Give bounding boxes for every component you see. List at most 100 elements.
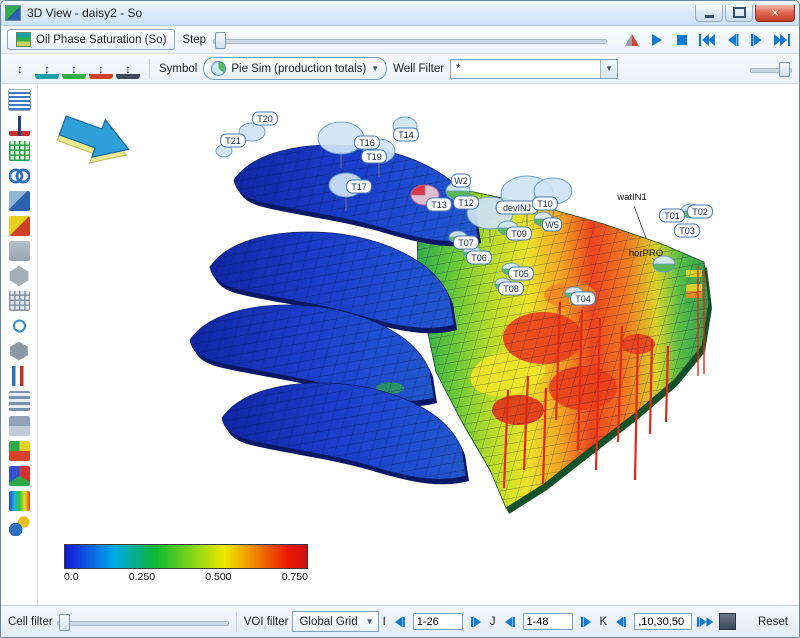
rotate-icon[interactable] xyxy=(9,316,30,336)
toolbar-mini-slider[interactable] xyxy=(750,60,792,78)
reset-button[interactable]: Reset xyxy=(754,616,792,628)
layers-icon[interactable] xyxy=(9,391,30,411)
well-label: T20 xyxy=(257,114,273,124)
report-icon[interactable] xyxy=(8,89,31,111)
play-button[interactable] xyxy=(645,30,668,50)
stop-button[interactable] xyxy=(670,30,693,50)
colorbar-tick: 0.500 xyxy=(205,571,231,583)
3d-viewport[interactable]: T20T21T16T14T19T17T13W2T12devINJT10W5T09… xyxy=(38,84,799,605)
well-label[interactable]: horPRO xyxy=(629,248,663,259)
k-next-button[interactable] xyxy=(696,613,715,631)
injector-wells-icon[interactable]: ↕ xyxy=(35,58,59,79)
property-grid-icon[interactable] xyxy=(9,441,30,461)
i-label: I xyxy=(383,616,386,628)
well-label: T09 xyxy=(511,229,527,239)
i-prev-button[interactable] xyxy=(390,613,409,631)
texture-icon[interactable] xyxy=(9,491,30,511)
blocks-menu-icon[interactable] xyxy=(9,416,30,436)
chevron-down-icon: ▼ xyxy=(366,617,374,626)
colorbar-tick: 0.250 xyxy=(129,571,155,583)
plane-icon[interactable] xyxy=(9,241,30,261)
step-forward-button[interactable] xyxy=(745,30,768,50)
k-planes-button[interactable] xyxy=(719,613,736,630)
well-label: T06 xyxy=(471,253,487,263)
step-label: Step xyxy=(182,34,206,46)
north-arrow xyxy=(54,107,136,174)
main-area: T20T21T16T14T19T17T13W2T12devINJT10W5T09… xyxy=(1,84,799,605)
polygon-icon[interactable] xyxy=(9,266,30,286)
rgb-cube-icon[interactable] xyxy=(9,466,30,486)
well-label: W5 xyxy=(545,220,559,230)
grid-3d-icon[interactable] xyxy=(9,141,30,161)
pie-icon xyxy=(211,61,226,76)
maximize-icon xyxy=(733,7,746,18)
minimize-button[interactable] xyxy=(695,5,723,22)
colorbar-tick: 0.750 xyxy=(282,571,308,583)
titlebar[interactable]: 3D View - daisy2 - So × xyxy=(1,1,799,26)
separator xyxy=(149,59,150,79)
link-views-icon[interactable] xyxy=(9,166,30,186)
well-filter-label: Well Filter xyxy=(393,63,444,75)
mesh-icon[interactable] xyxy=(9,291,30,311)
cell-filter-handle[interactable] xyxy=(59,614,70,631)
close-button[interactable]: × xyxy=(755,5,795,22)
slice-icon[interactable] xyxy=(9,191,30,211)
well-label: T04 xyxy=(575,294,591,304)
well-label: T02 xyxy=(692,207,708,217)
well-toolbar-icons: ↕↕↕↕↕ xyxy=(8,58,140,79)
property-button-label: Oil Phase Saturation (So) xyxy=(36,34,166,46)
colorbar: 0.0 0.250 0.500 0.750 xyxy=(64,544,308,583)
colorbar-gradient xyxy=(64,544,308,569)
well-filter-combo[interactable]: * ▼ xyxy=(450,59,618,79)
skip-start-button[interactable] xyxy=(695,30,718,50)
saturation-icon[interactable] xyxy=(9,216,30,236)
elevation-icon[interactable] xyxy=(9,366,30,386)
producer-wells-icon[interactable]: ↕ xyxy=(62,58,86,79)
well-trajectory-icon[interactable] xyxy=(9,116,30,136)
well-label: T05 xyxy=(513,269,529,279)
well-label: T12 xyxy=(458,198,474,208)
colorbar-tick: 0.0 xyxy=(64,571,79,583)
wells-visibility-icon[interactable]: ↕ xyxy=(8,58,32,79)
well-symbols-icon[interactable]: ↕ xyxy=(116,58,140,79)
step-slider[interactable] xyxy=(213,31,607,49)
k-label: K xyxy=(600,616,608,628)
k-prev-button[interactable] xyxy=(611,613,630,631)
separator xyxy=(236,612,237,632)
symbol-dropdown[interactable]: Pie Sim (production totals) ▼ xyxy=(203,57,387,80)
colorbar-ticks: 0.0 0.250 0.500 0.750 xyxy=(64,571,308,583)
j-prev-button[interactable] xyxy=(500,613,519,631)
voi-filter-label: VOI filter xyxy=(244,616,289,628)
well-label: T16 xyxy=(359,138,375,148)
j-range-input[interactable] xyxy=(523,613,573,630)
well-label[interactable]: watIN1 xyxy=(616,192,647,203)
i-next-button[interactable] xyxy=(467,613,486,631)
j-next-button[interactable] xyxy=(577,613,596,631)
probe-icon[interactable] xyxy=(9,516,30,536)
k-range-input[interactable] xyxy=(634,613,692,630)
ternary-plot-icon[interactable] xyxy=(620,30,643,50)
i-range-input[interactable] xyxy=(413,613,463,630)
well-label: T21 xyxy=(225,136,241,146)
perforation-icon[interactable]: ↕ xyxy=(89,58,113,79)
well-label: T13 xyxy=(431,200,447,210)
well-filter-value: * xyxy=(451,63,600,75)
window-title: 3D View - daisy2 - So xyxy=(27,6,693,20)
close-icon: × xyxy=(771,6,779,19)
well-label: T19 xyxy=(366,152,382,162)
hexagon-menu-icon[interactable] xyxy=(9,341,30,361)
step-back-button[interactable] xyxy=(720,30,743,50)
chevron-down-icon: ▼ xyxy=(371,64,379,73)
property-button[interactable]: Oil Phase Saturation (So) xyxy=(7,29,175,50)
left-toolbar xyxy=(1,84,38,605)
mini-slider-handle[interactable] xyxy=(779,62,790,77)
bottom-bar: Cell filter VOI filter Global Grid ▼ I J… xyxy=(1,605,799,637)
voi-filter-value: Global Grid xyxy=(299,616,357,628)
voi-filter-dropdown[interactable]: Global Grid ▼ xyxy=(292,611,378,632)
step-slider-handle[interactable] xyxy=(215,32,226,49)
well-label: T14 xyxy=(398,130,414,140)
chevron-down-icon[interactable]: ▼ xyxy=(600,60,617,78)
cell-filter-slider[interactable] xyxy=(57,613,229,631)
skip-end-button[interactable] xyxy=(770,30,793,50)
maximize-button[interactable] xyxy=(725,5,753,22)
